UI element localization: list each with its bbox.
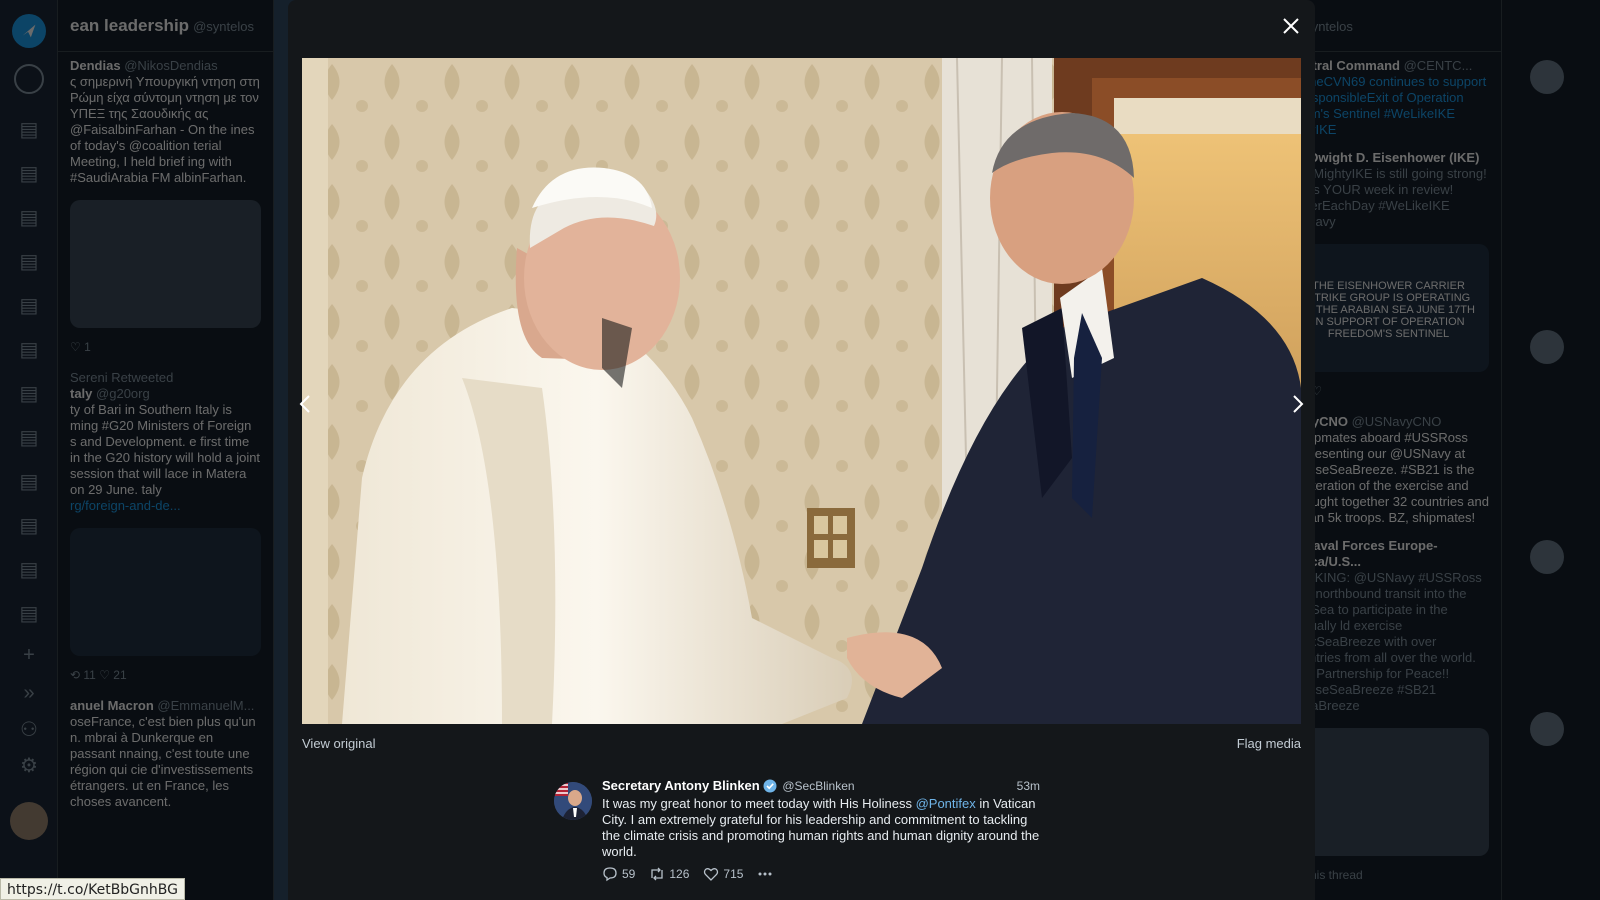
retweet-count: 11 (83, 668, 96, 682)
avatar[interactable] (1530, 540, 1564, 574)
search-icon[interactable] (14, 64, 44, 94)
column-handle: @syntelos (193, 19, 254, 34)
retweet-icon (651, 867, 664, 881)
retweet-label: Sereni Retweeted (70, 370, 174, 385)
column-icon[interactable]: ▤ (12, 376, 46, 410)
column-icon[interactable]: ▤ (12, 244, 46, 278)
media-modal: View original Flag media Secretary Anton… (288, 0, 1315, 900)
accounts-icon[interactable]: ⚇ (12, 712, 46, 746)
tweet-author: Dendias (70, 58, 121, 73)
tweet-text: @TheCVN69 continues to support #Responsi… (1288, 74, 1487, 137)
avatar[interactable] (1530, 60, 1564, 94)
column-header[interactable]: ean leadership @syntelos (58, 0, 273, 52)
tweet-timestamp[interactable]: 53m (1017, 778, 1040, 794)
tweet-author[interactable]: Secretary Antony Blinken (602, 778, 760, 793)
verified-badge-icon (763, 779, 777, 793)
right-rail (1502, 0, 1600, 900)
tweet[interactable]: anuel Macron @EmmanuelM... oseFrance, c'… (58, 692, 273, 816)
reply-icon (603, 867, 617, 882)
tweet-link[interactable]: rg/foreign-and-de... (70, 498, 261, 514)
retweet-count: 126 (669, 867, 690, 881)
column-icon[interactable]: ▤ (12, 332, 46, 366)
photo-image (302, 58, 1301, 724)
flag-media-link[interactable]: Flag media (1237, 736, 1301, 751)
column-icon[interactable]: ▤ (12, 112, 46, 146)
tweet-video[interactable]: THE EISENHOWER CARRIER STRIKE GROUP IS O… (1288, 244, 1489, 372)
tweetdeck-logo-icon[interactable] (12, 14, 46, 48)
tweet-text: ty of Bari in Southern Italy is ming #G2… (70, 402, 261, 497)
reply-count: 59 (622, 867, 636, 881)
more-icon (758, 872, 772, 876)
previous-button[interactable] (294, 390, 316, 418)
column-icon[interactable]: ▤ (12, 156, 46, 190)
settings-icon[interactable]: ⚙ (12, 748, 46, 782)
tweet-handle: @CENTC... (1403, 58, 1473, 73)
column-icon[interactable]: ▤ (12, 508, 46, 542)
tweet-text: oseFrance, c'est bien plus qu'un n. mbra… (70, 714, 256, 809)
like-count: 715 (723, 867, 744, 881)
tweet-handle: @NikosDendias (124, 58, 218, 73)
more-button[interactable] (757, 866, 773, 882)
like-count: 21 (113, 668, 127, 682)
mention-link[interactable]: @Pontifex (916, 796, 976, 811)
column-icon[interactable]: ▤ (12, 200, 46, 234)
tweet-handle[interactable]: @SecBlinken (782, 779, 854, 793)
reply-button[interactable]: 59 (602, 866, 635, 882)
video-caption: THE EISENHOWER CARRIER STRIKE GROUP IS O… (1302, 280, 1475, 340)
like-button[interactable]: 715 (703, 866, 743, 882)
expand-icon[interactable]: » (12, 676, 46, 710)
tweet-handle: @USNavyCNO (1351, 414, 1442, 429)
tweet-text-part: It was my great honor to meet today with… (602, 796, 916, 811)
tweet-text: he #MightyIKE is still going strong! ere… (1288, 166, 1487, 229)
tweet-actions: ⟲ 11 ♡ 21 (70, 668, 127, 682)
add-column-icon[interactable]: + (12, 638, 46, 672)
tweet-text: REAKING: @USNavy #USSRoss gins northboun… (1288, 570, 1482, 713)
tweet-media[interactable] (1288, 728, 1489, 856)
tweet-video[interactable] (70, 528, 261, 656)
navigation-rail: ▤ ▤ ▤ ▤ ▤ ▤ ▤ ▤ ▤ ▤ ▤ ▤ + » ⚇ ⚙ (0, 0, 58, 900)
tweet-text: ς σημερινή Υπουργική ντηση στη Ρώμη είχα… (70, 74, 260, 185)
heart-icon (704, 868, 719, 881)
tweet-handle: @EmmanuelM... (157, 698, 255, 713)
avatar[interactable] (10, 802, 48, 840)
column-icon[interactable]: ▤ (12, 420, 46, 454)
tweet[interactable]: Sereni Retweeted taly @g20org ty of Bari… (58, 364, 273, 520)
tweet-author: SS Dwight D. Eisenhower (IKE) (1288, 150, 1480, 165)
tweet-handle: @g20org (96, 386, 150, 401)
close-button[interactable] (1275, 10, 1307, 42)
next-button[interactable] (1287, 390, 1309, 418)
media-photo[interactable] (302, 58, 1301, 724)
close-icon (1283, 18, 1299, 34)
like-count: 1 (84, 340, 91, 354)
column-left: ean leadership @syntelos Dendias @NikosDe… (58, 0, 274, 900)
tweet-actions: 59 126 715 (602, 866, 1048, 882)
avatar[interactable] (554, 782, 592, 820)
tweet-actions: ♡ 1 (70, 340, 91, 354)
avatar[interactable] (1530, 712, 1564, 746)
tweet-author: anuel Macron (70, 698, 154, 713)
column-icon[interactable]: ▤ (12, 464, 46, 498)
column-icon[interactable]: ▤ (12, 596, 46, 630)
tweet-media[interactable] (70, 200, 261, 328)
tweet-author: taly (70, 386, 93, 401)
tweet-header: Secretary Antony Blinken @SecBlinken 53m (602, 778, 1048, 794)
tweet-text: #Shipmates aboard #USSRoss are resenting… (1288, 430, 1489, 525)
screen: ▤ ▤ ▤ ▤ ▤ ▤ ▤ ▤ ▤ ▤ ▤ ▤ + » ⚇ ⚙ ean lead… (0, 0, 1600, 900)
column-icon[interactable]: ▤ (12, 552, 46, 586)
column-icon[interactable]: ▤ (12, 288, 46, 322)
chevron-right-icon (1293, 395, 1304, 413)
tweet-body: Secretary Antony Blinken @SecBlinken 53m… (602, 778, 1048, 882)
tweet-text: It was my great honor to meet today with… (602, 796, 1048, 860)
avatar[interactable] (1530, 330, 1564, 364)
chevron-left-icon (299, 395, 310, 413)
view-original-link[interactable]: View original (302, 736, 375, 751)
tweet[interactable]: Dendias @NikosDendias ς σημερινή Υπουργι… (58, 52, 273, 192)
retweet-button[interactable]: 126 (649, 866, 689, 882)
column-title: ean leadership (70, 16, 190, 35)
status-bar-url: https://t.co/KetBbGnhBG (0, 878, 185, 900)
